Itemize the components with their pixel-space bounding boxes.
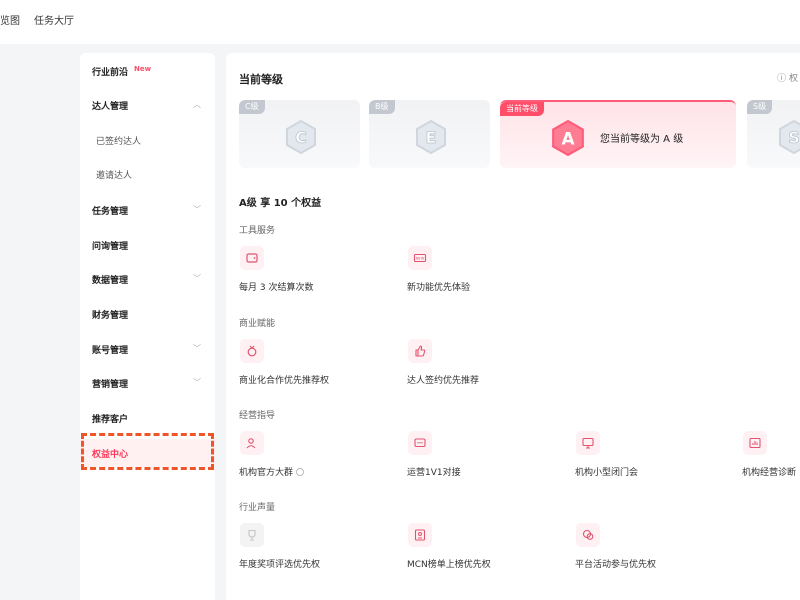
category-title-business: 商业赋能 xyxy=(239,319,276,329)
presentation-icon xyxy=(576,431,600,455)
sidebar-item-recommend-clients[interactable]: 推荐客户 xyxy=(80,404,215,432)
level-tag: B级 xyxy=(369,100,395,114)
level-c-badge-icon: C xyxy=(286,120,316,154)
sidebar-item-account-management[interactable]: 账号管理 ﹀ xyxy=(80,335,215,363)
top-navigation-bar: 览图 任务大厅 xyxy=(0,0,800,44)
chevron-down-icon: ﹀ xyxy=(193,205,201,214)
tab-task-hall[interactable]: 任务大厅 xyxy=(34,12,74,27)
sidebar-item-industry-news[interactable]: 行业前沿 New xyxy=(80,57,215,85)
benefit-mcn-ranking: MCN榜单上榜优先权 xyxy=(407,560,491,570)
svg-text:C: C xyxy=(295,128,307,147)
sidebar-item-creator-management[interactable]: 达人管理 ︿ xyxy=(80,91,215,119)
sidebar-item-signed-creators[interactable]: 已签约达人 xyxy=(80,126,215,154)
benefit-signing-priority: 达人签约优先推荐 xyxy=(407,376,480,386)
rank-icon xyxy=(408,523,432,547)
tab-overview[interactable]: 览图 xyxy=(0,12,20,27)
benefit-closed-meeting: 机构小型闭门会 xyxy=(575,468,639,478)
level-card-b[interactable]: B级 E xyxy=(369,100,490,168)
category-title-industry: 行业声量 xyxy=(239,503,276,513)
medal-icon xyxy=(240,339,264,363)
thumbs-up-icon xyxy=(408,339,432,363)
svg-text:S: S xyxy=(788,128,800,147)
benefit-annual-award: 年度奖项评选优先权 xyxy=(239,560,321,570)
chevron-down-icon: ﹀ xyxy=(193,274,201,283)
benefit-1v1-operation: 运营1V1对接 xyxy=(407,468,461,478)
chat-icon xyxy=(408,431,432,455)
trophy-icon xyxy=(240,523,264,547)
info-icon[interactable] xyxy=(296,468,305,476)
current-level-tag: 当前等级 xyxy=(500,102,544,116)
benefit-platform-activity: 平台活动参与优先权 xyxy=(575,560,657,570)
chevron-up-icon: ︿ xyxy=(193,100,201,109)
category-title-tool-service: 工具服务 xyxy=(239,226,276,236)
wallet-icon xyxy=(240,246,264,270)
svg-text:NEW: NEW xyxy=(416,257,425,261)
category-title-guidance: 经营指导 xyxy=(239,411,276,421)
benefit-count-title: A级 享 10 个权益 xyxy=(239,198,322,209)
level-a-badge-icon: A xyxy=(552,120,584,156)
benefit-monthly-settlement: 每月 3 次结算次数 xyxy=(239,283,314,293)
sidebar-item-benefits-center[interactable]: 权益中心 xyxy=(80,439,215,467)
activity-icon xyxy=(576,523,600,547)
sidebar-item-marketing-management[interactable]: 营销管理 ﹀ xyxy=(80,369,215,397)
level-card-current[interactable]: 当前等级 A 您当前等级为 A 级 xyxy=(500,100,736,168)
level-card-s[interactable]: S级 S xyxy=(747,100,800,168)
chevron-down-icon: ﹀ xyxy=(193,344,201,353)
sidebar-item-task-management[interactable]: 任务管理 ﹀ xyxy=(80,196,215,224)
new-badge: New xyxy=(134,65,152,73)
level-tag: C级 xyxy=(239,100,265,114)
level-card-c[interactable]: C级 C xyxy=(239,100,360,168)
level-tag: S级 xyxy=(747,100,773,114)
sidebar: 行业前沿 New 达人管理 ︿ 已签约达人 邀请达人 任务管理 ﹀ 问询管理 数… xyxy=(80,53,215,600)
current-level-title: 当前等级 xyxy=(239,73,283,86)
sidebar-item-finance-management[interactable]: 财务管理 xyxy=(80,300,215,328)
benefit-commercial-priority: 商业化合作优先推荐权 xyxy=(239,376,330,386)
sidebar-item-inquiry-management[interactable]: 问询管理 xyxy=(80,231,215,259)
level-b-badge-icon: E xyxy=(416,120,446,154)
help-link[interactable]: ⓘ 权 xyxy=(777,71,798,84)
current-level-text: 您当前等级为 A 级 xyxy=(600,134,684,145)
chevron-down-icon: ﹀ xyxy=(193,378,201,387)
chart-icon xyxy=(743,431,767,455)
sidebar-item-invite-creators[interactable]: 邀请达人 xyxy=(80,160,215,188)
benefit-official-group: 机构官方大群 xyxy=(239,465,305,478)
sidebar-item-data-management[interactable]: 数据管理 ﹀ xyxy=(80,265,215,293)
svg-text:A: A xyxy=(561,128,575,148)
level-s-badge-icon: S xyxy=(779,120,800,154)
benefit-new-feature: 新功能优先体验 xyxy=(407,283,471,293)
svg-text:E: E xyxy=(426,128,437,147)
benefit-business-diagnosis: 机构经营诊断 xyxy=(742,468,797,478)
group-icon xyxy=(240,431,264,455)
main-panel: 当前等级 ⓘ 权 C级 C B级 E 当前等级 A 您当前等级为 A 级 S级 … xyxy=(226,53,800,600)
new-icon: NEW xyxy=(408,246,432,270)
